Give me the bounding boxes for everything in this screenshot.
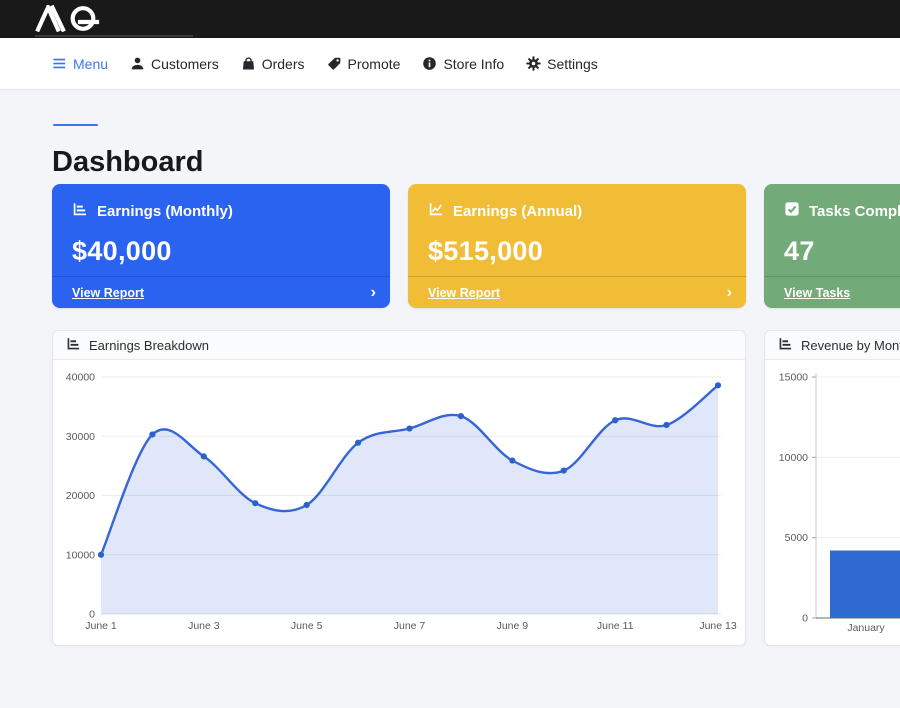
nav-item-promote[interactable]: Promote <box>327 56 401 72</box>
panel-title: Earnings Breakdown <box>89 338 209 353</box>
nav-item-label: Menu <box>73 56 108 72</box>
x-tick-label: January <box>847 622 885 634</box>
bar <box>830 551 900 618</box>
bar-chart-icon <box>72 201 88 221</box>
data-point <box>715 382 721 388</box>
person-icon <box>130 56 145 71</box>
top-app-bar <box>0 0 900 38</box>
data-point <box>252 500 258 506</box>
nav-item-label: Promote <box>348 56 401 72</box>
nav-item-label: Orders <box>262 56 305 72</box>
data-point <box>98 552 104 558</box>
nav-item-settings[interactable]: Settings <box>526 56 598 72</box>
card-value: 47 <box>764 221 900 267</box>
view-report-link[interactable]: View Report <box>72 286 144 300</box>
card-earnings-annual: Earnings (Annual) $515,000 View Report › <box>408 184 746 308</box>
chevron-right-icon[interactable]: › <box>371 285 376 301</box>
view-tasks-link[interactable]: View Tasks <box>784 286 850 300</box>
y-tick-label: 5000 <box>785 532 809 544</box>
nav-item-label: Customers <box>151 56 219 72</box>
brand-logo[interactable] <box>35 5 130 32</box>
chart-panels-row: Earnings Breakdown 0 10000 20000 30000 40000… <box>52 330 900 646</box>
data-point <box>406 425 412 431</box>
line-chart-icon <box>428 201 444 221</box>
area-fill <box>101 385 718 614</box>
x-tick-label: June 13 <box>699 620 737 632</box>
data-point <box>458 413 464 419</box>
main-navbar: Menu Customers Orders Promote Store Info <box>0 38 900 90</box>
panel-title: Revenue by Month <box>801 338 900 353</box>
bar-chart-icon <box>778 336 793 354</box>
data-point <box>663 422 669 428</box>
card-earnings-monthly: Earnings (Monthly) $40,000 View Report › <box>52 184 390 308</box>
check-square-icon <box>784 201 800 221</box>
y-tick-label: 20000 <box>66 490 95 502</box>
nav-item-orders[interactable]: Orders <box>241 56 305 72</box>
nav-item-label: Store Info <box>443 56 504 72</box>
card-footer: View Report › <box>408 276 746 308</box>
card-footer: View Report › <box>52 276 390 308</box>
x-tick-label: June 7 <box>394 620 426 632</box>
earnings-breakdown-chart: 0 10000 20000 30000 40000 June 1 June 3 June 5 J… <box>53 360 745 645</box>
data-point <box>355 440 361 446</box>
card-tasks-completed: Tasks Completed 47 View Tasks › <box>764 184 900 308</box>
nav-item-label: Settings <box>547 56 598 72</box>
data-point <box>561 468 567 474</box>
data-point <box>201 453 207 459</box>
revenue-by-month-chart: 0 5000 10000 15000 January <box>765 360 900 645</box>
gear-icon <box>526 56 541 71</box>
revenue-by-month-panel: Revenue by Month 0 5000 10000 15000 January <box>764 330 900 646</box>
view-report-link[interactable]: View Report <box>428 286 500 300</box>
y-tick-label: 40000 <box>66 372 95 384</box>
panel-header: Earnings Breakdown <box>53 331 745 360</box>
bar-chart-icon <box>66 336 81 354</box>
earnings-breakdown-panel: Earnings Breakdown 0 10000 20000 30000 40000… <box>52 330 746 646</box>
nav-item-store-info[interactable]: Store Info <box>422 56 504 72</box>
page-title: Dashboard <box>52 146 900 178</box>
card-value: $40,000 <box>52 221 390 267</box>
nav-item-menu[interactable]: Menu <box>52 56 108 72</box>
info-icon <box>422 56 437 71</box>
y-tick-label: 0 <box>802 613 808 625</box>
card-footer: View Tasks › <box>764 276 900 308</box>
logo-underline <box>35 35 193 37</box>
card-title: Earnings (Annual) <box>453 203 582 220</box>
x-tick-label: June 5 <box>291 620 323 632</box>
data-point <box>509 457 515 463</box>
stat-cards-row: Earnings (Monthly) $40,000 View Report ›… <box>52 184 900 308</box>
chevron-right-icon[interactable]: › <box>727 285 732 301</box>
y-tick-label: 30000 <box>66 431 95 443</box>
bag-icon <box>241 56 256 71</box>
data-point <box>149 431 155 437</box>
y-tick-label: 10000 <box>779 452 808 464</box>
y-tick-label: 15000 <box>779 372 808 384</box>
y-tick-label: 10000 <box>66 549 95 561</box>
data-point <box>304 502 310 508</box>
nav-item-customers[interactable]: Customers <box>130 56 219 72</box>
data-point <box>612 417 618 423</box>
x-tick-label: June 1 <box>85 620 117 632</box>
card-value: $515,000 <box>408 221 746 267</box>
hamburger-icon <box>52 56 67 71</box>
panel-header: Revenue by Month <box>765 331 900 360</box>
x-tick-label: June 3 <box>188 620 220 632</box>
x-tick-label: June 11 <box>597 620 634 632</box>
main-content: Dashboard Earnings (Monthly) $40,000 Vie… <box>0 90 900 646</box>
x-tick-label: June 9 <box>497 620 529 632</box>
tag-icon <box>327 56 342 71</box>
card-title: Earnings (Monthly) <box>97 203 233 220</box>
card-title: Tasks Completed <box>809 203 900 220</box>
y-tick-label: 0 <box>89 609 95 621</box>
